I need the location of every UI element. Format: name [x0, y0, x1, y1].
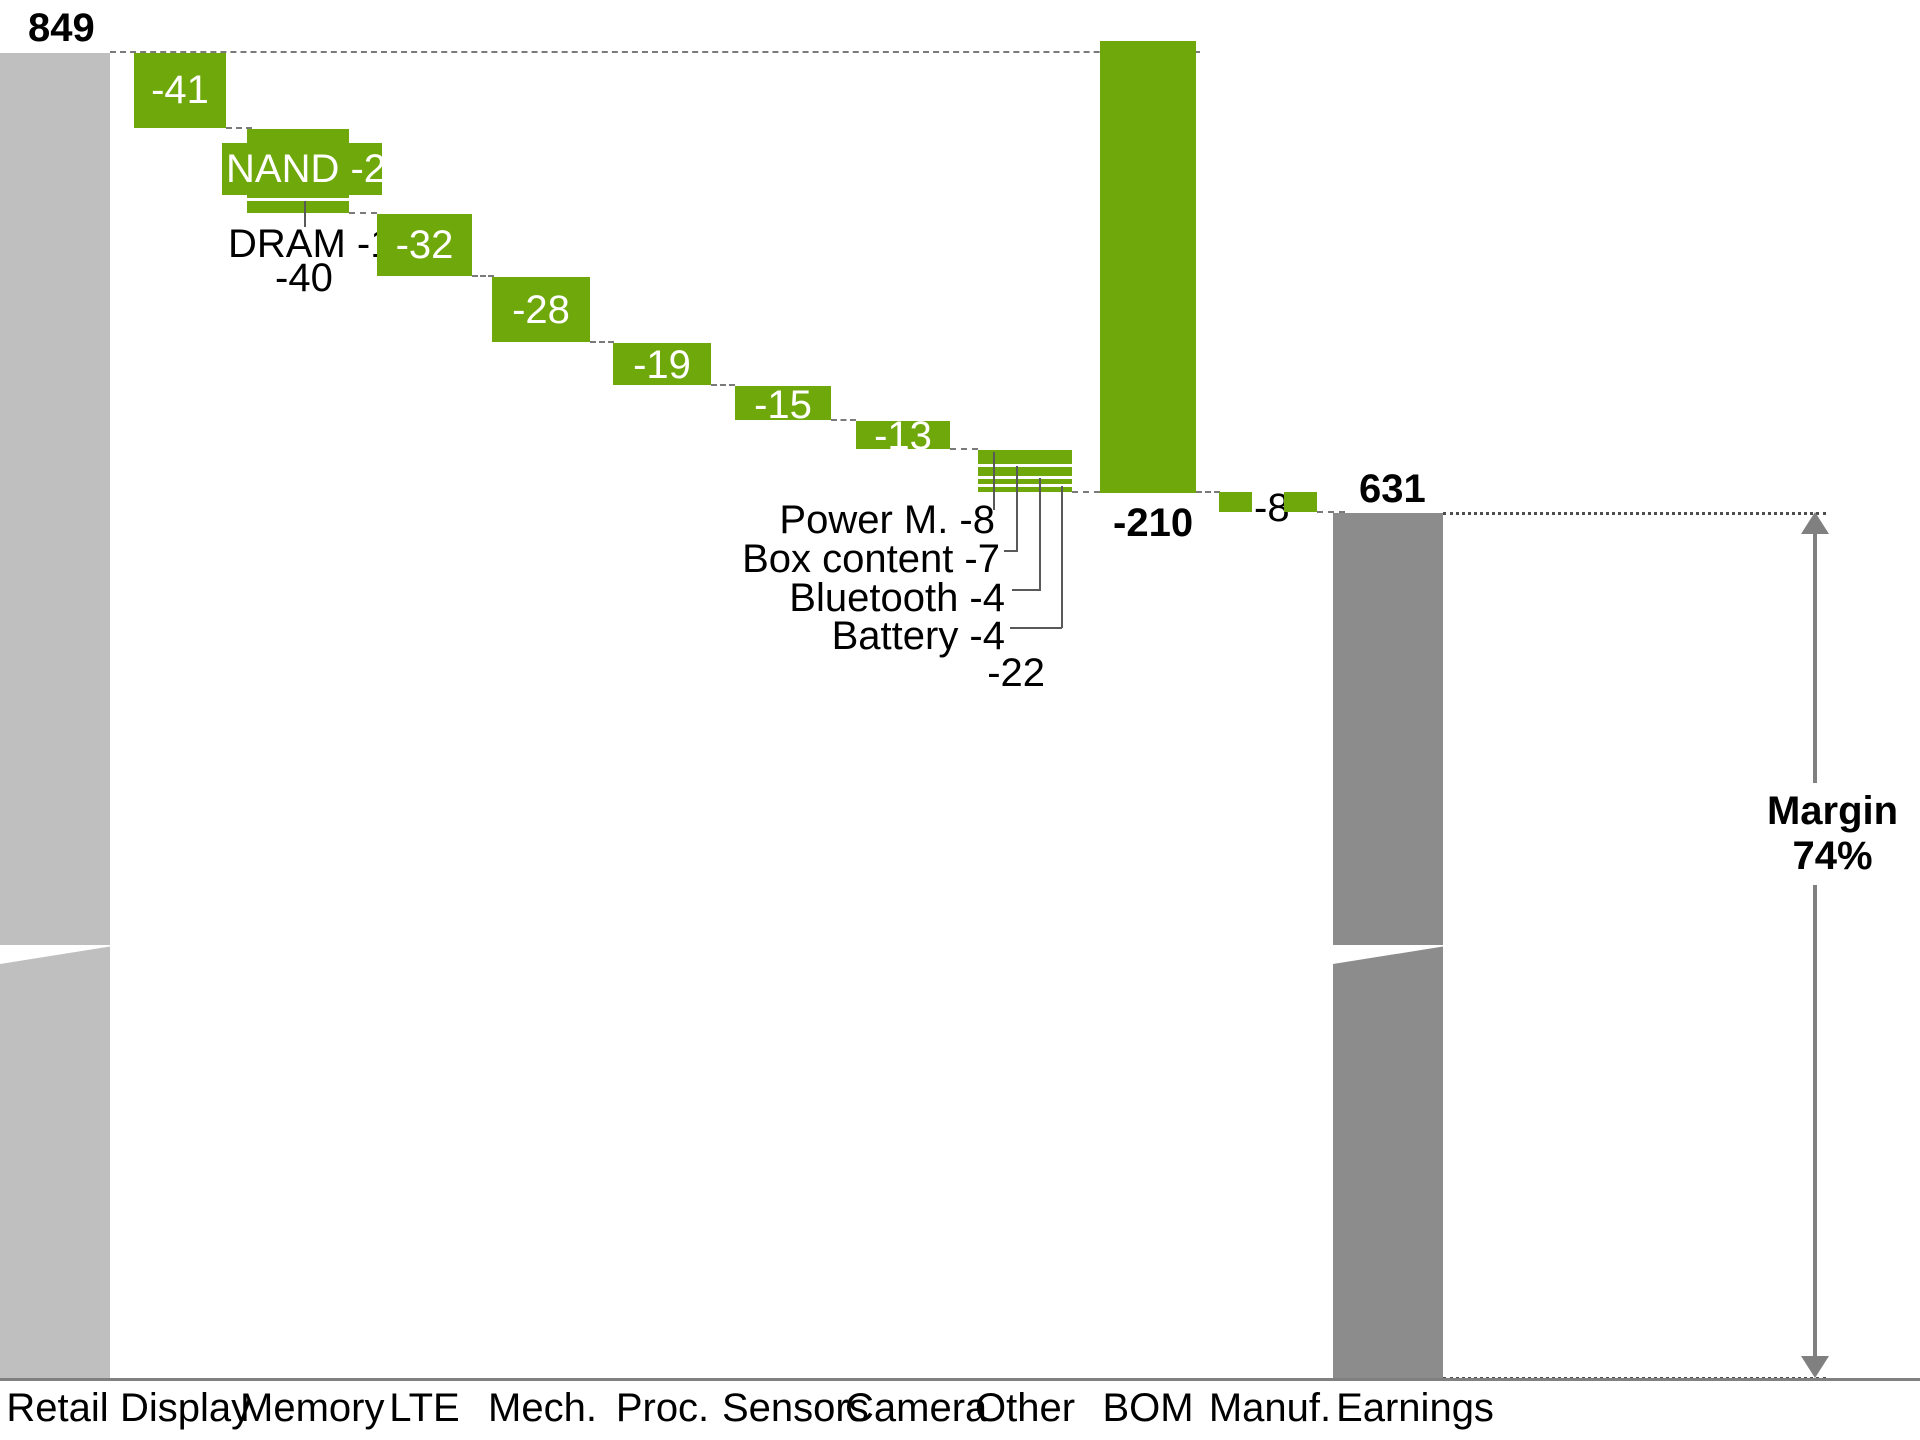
bar-retail [0, 53, 110, 1378]
callout-other-power: Power M. -8 [779, 498, 995, 542]
axis-label-retail: Retail [6, 1386, 109, 1430]
bar-label-retail: 849 [28, 6, 95, 50]
axis-label-proc: Proc. [615, 1386, 710, 1430]
bar-label-bom: -210 [1113, 501, 1194, 545]
bar-label-mech: -28 [512, 288, 570, 332]
axis-break-earnings [1333, 945, 1443, 1015]
connector-camera-other [950, 448, 978, 450]
axis-label-earnings: Earnings [1336, 1386, 1494, 1430]
callout-other-bluetooth: Bluetooth -4 [789, 576, 1005, 620]
callout-other-battery: Battery -4 [831, 614, 1005, 658]
margin-label-line2: 74% [1792, 833, 1873, 878]
bar-label-memory-nand: NAND -29 [222, 143, 408, 195]
connector-retail-display [110, 51, 1200, 53]
axis-label-bom: BOM [1102, 1386, 1194, 1430]
bar-manuf-left [1219, 492, 1252, 512]
axis-label-display: Display [120, 1386, 252, 1430]
connector-memory-lte [349, 212, 377, 214]
bar-manuf-right [1284, 492, 1317, 512]
margin-guide-top [1443, 512, 1826, 515]
connector-other-bom [1072, 491, 1100, 493]
connector-bom-manuf [1196, 491, 1220, 493]
x-axis-line [0, 1378, 1920, 1381]
axis-label-lte: LTE [389, 1386, 460, 1430]
margin-annotation: Margin 74% [1745, 783, 1920, 885]
bar-label-camera: -13 [874, 414, 932, 458]
callout-other-total: -22 [987, 651, 1045, 695]
leader-other-box [1016, 466, 1018, 552]
axis-label-manuf: Manuf. [1208, 1386, 1332, 1430]
leader-other-box-h [1004, 550, 1018, 552]
bar-label-sensors: -15 [754, 383, 812, 427]
leader-other-battery-h [1010, 627, 1062, 629]
connector-lte-mech [472, 275, 494, 277]
connector-proc-sensors [711, 384, 735, 386]
axis-break-retail [0, 945, 110, 1015]
bar-label-earnings: 631 [1359, 467, 1426, 511]
connector-sensors-camera [831, 419, 856, 421]
leader-other-bluetooth [1039, 478, 1041, 590]
leader-other-battery [1061, 486, 1063, 628]
bar-label-memory-total: -40 [275, 256, 333, 300]
waterfall-chart: 849 -41 NAND -29 DRAM -11 -40 -32 -28 -1… [0, 0, 1920, 1440]
margin-arrow-tail-icon [1801, 1356, 1829, 1378]
axis-label-sensors: Sensors [722, 1386, 869, 1430]
margin-arrow-line [1813, 531, 1817, 1359]
axis-label-memory: Memory [240, 1386, 385, 1430]
bar-label-display: -41 [151, 68, 209, 112]
memory-segment-divider [247, 198, 349, 201]
bar-label-proc: -19 [633, 343, 691, 387]
bar-label-lte: -32 [395, 223, 454, 267]
margin-label-line1: Margin [1766, 789, 1899, 833]
connector-mech-proc [590, 341, 614, 343]
axis-label-other: Other [974, 1386, 1076, 1430]
bar-bom [1100, 41, 1196, 493]
callout-other-box: Box content -7 [742, 537, 1000, 581]
leader-other-bluetooth-h [1012, 589, 1041, 591]
axis-label-camera: Camera [845, 1386, 988, 1430]
axis-label-mech: Mech. [488, 1386, 597, 1430]
